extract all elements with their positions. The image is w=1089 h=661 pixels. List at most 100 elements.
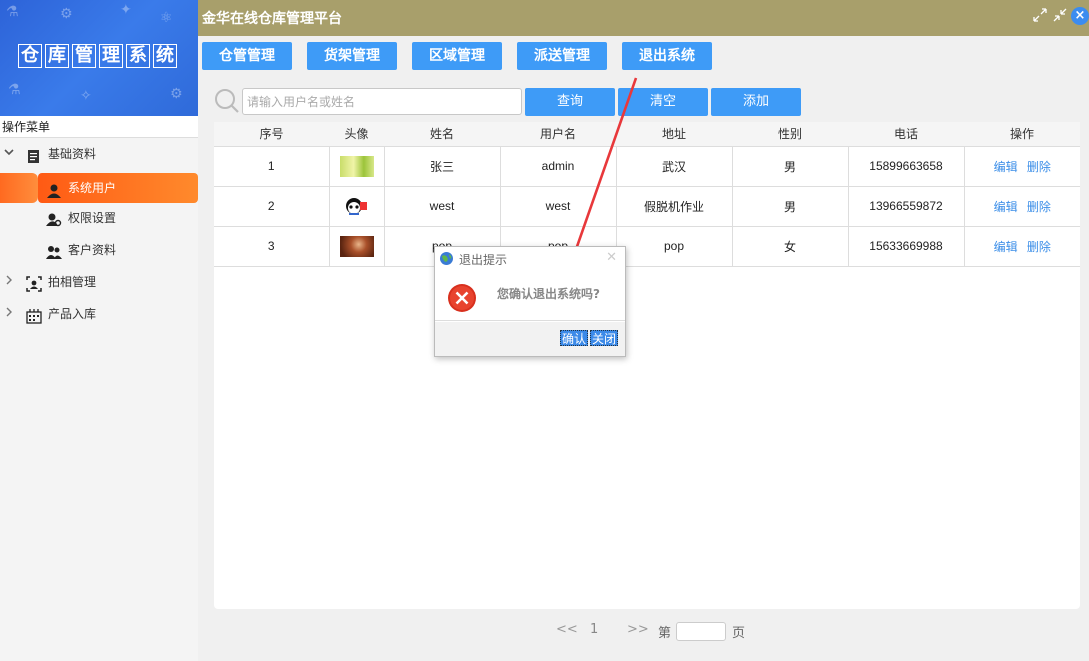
column-header: 姓名	[384, 122, 500, 147]
page-suffix-label: 页	[732, 626, 746, 641]
app-title: 金华在线仓库管理平台	[202, 11, 342, 27]
avatar	[340, 196, 374, 217]
sidebar-group-photo[interactable]: 拍相管理	[0, 268, 198, 296]
logo-char: 统	[153, 44, 177, 68]
sidebar-group-inbound[interactable]: 产品入库	[0, 300, 198, 328]
cell-actions: 编辑 删除	[964, 226, 1080, 267]
table-row: 1 张三 admin 武汉 男 15899663658 编辑 删除	[214, 146, 1080, 187]
nav-button-warehouse[interactable]: 仓管管理	[202, 42, 292, 70]
cell-name: 张三	[384, 146, 501, 187]
cell-name: west	[384, 186, 501, 227]
column-header: 电话	[848, 122, 964, 147]
nav-button-shelf[interactable]: 货架管理	[307, 42, 397, 70]
cell-actions: 编辑 删除	[964, 146, 1080, 187]
dialog-footer: 确认 关闭	[435, 322, 625, 356]
search-input[interactable]	[242, 88, 522, 115]
sidebar-group-label: 拍相管理	[48, 275, 97, 289]
sidebar-item-label: 客户资料	[68, 243, 117, 257]
document-icon	[26, 146, 42, 163]
collapse-icon[interactable]	[1053, 8, 1067, 26]
table-header-row: 序号 头像 姓名 用户名 地址 性别 电话 操作	[214, 122, 1080, 147]
users-icon	[46, 242, 62, 259]
logo-char: 库	[45, 44, 69, 68]
avatar	[339, 155, 374, 177]
user-key-icon	[46, 210, 62, 227]
user-table: 序号 头像 姓名 用户名 地址 性别 电话 操作 1 张三 admin 武汉 男…	[214, 122, 1080, 267]
dialog-close-icon[interactable]: ✕	[606, 250, 617, 265]
cell-avatar	[329, 226, 385, 267]
nav-button-logout[interactable]: 退出系统	[622, 42, 712, 70]
cell-avatar	[329, 186, 385, 227]
expand-icon[interactable]	[1033, 8, 1047, 26]
globe-icon	[439, 251, 454, 269]
dialog-message: 您确认退出系统吗?	[497, 287, 600, 301]
logo-char: 理	[99, 44, 123, 68]
window-close-icon[interactable]: ×	[1071, 7, 1089, 25]
cell-phone: 13966559872	[848, 186, 965, 227]
next-page-button[interactable]: >>	[627, 622, 649, 637]
edit-link[interactable]: 编辑	[994, 160, 1018, 174]
chevron-right-icon	[4, 268, 16, 296]
sidebar-group-basic[interactable]: 基础资料	[0, 140, 198, 168]
cell-gender: 男	[732, 186, 849, 227]
search-icon	[214, 88, 240, 114]
sidebar-item-system-users[interactable]: 系统用户	[38, 173, 198, 203]
chevron-down-icon	[4, 140, 16, 168]
column-header: 头像	[329, 122, 384, 147]
logo-char: 仓	[18, 44, 42, 68]
gear-doodle-icon: ⚙	[60, 6, 73, 22]
edit-link[interactable]: 编辑	[994, 200, 1018, 214]
app-logo: ⚗ ⚙ ✦ ⚛ ⚗ ✧ ⚙ 仓 库 管 理 系 统	[0, 0, 198, 116]
menu-header: 操作菜单	[0, 116, 198, 138]
sidebar-item-label: 权限设置	[68, 211, 117, 225]
cell-gender: 男	[732, 146, 849, 187]
cell-phone: 15633669988	[848, 226, 965, 267]
logo-char: 系	[126, 44, 150, 68]
top-bar: 金华在线仓库管理平台 ×	[198, 0, 1089, 36]
error-icon	[447, 283, 477, 316]
chevron-right-icon	[4, 300, 16, 328]
prev-page-button[interactable]: <<	[556, 622, 578, 637]
delete-link[interactable]: 删除	[1027, 160, 1051, 174]
cell-phone: 15899663658	[848, 146, 965, 187]
active-indicator	[0, 173, 38, 203]
edit-link[interactable]: 编辑	[994, 240, 1018, 254]
sidebar-group-label: 产品入库	[48, 307, 97, 321]
confirm-button[interactable]: 确认	[560, 330, 589, 346]
page-prefix-label: 第	[658, 626, 672, 641]
sidebar-item-customers[interactable]: 客户资料	[0, 236, 198, 264]
nav-button-area[interactable]: 区域管理	[412, 42, 502, 70]
sidebar-item-label: 系统用户	[68, 181, 117, 195]
flask-doodle-icon: ⚗	[6, 4, 19, 20]
cell-actions: 编辑 删除	[964, 186, 1080, 227]
column-header: 序号	[214, 122, 329, 147]
sidebar-item-permissions[interactable]: 权限设置	[0, 204, 198, 232]
user-table-panel: 序号 头像 姓名 用户名 地址 性别 电话 操作 1 张三 admin 武汉 男…	[214, 122, 1080, 609]
close-button[interactable]: 关闭	[590, 330, 619, 346]
dna-doodle-icon: ⚙	[170, 86, 183, 102]
column-header: 性别	[732, 122, 848, 147]
camera-frame-icon	[26, 274, 42, 292]
star-doodle-icon: ✧	[80, 88, 92, 104]
column-header: 操作	[964, 122, 1080, 147]
delete-link[interactable]: 删除	[1027, 240, 1051, 254]
beaker-doodle-icon: ⚗	[8, 82, 21, 98]
logout-confirm-dialog: 退出提示 ✕ 您确认退出系统吗? 确认 关闭	[434, 246, 626, 357]
dialog-title: 退出提示	[459, 253, 508, 267]
cell-avatar	[329, 146, 385, 187]
page-number-input[interactable]	[676, 622, 726, 641]
atom-doodle-icon: ⚛	[160, 10, 173, 26]
dialog-body: 您确认退出系统吗?	[435, 271, 625, 321]
logo-title: 仓 库 管 理 系 统	[18, 44, 178, 68]
bulb-doodle-icon: ✦	[120, 2, 132, 18]
table-row: 3 pop pop pop 女 15633669988 编辑 删除	[214, 226, 1080, 267]
cell-no: 3	[214, 226, 330, 267]
nav-button-delivery[interactable]: 派送管理	[517, 42, 607, 70]
cell-no: 1	[214, 146, 330, 187]
add-button[interactable]: 添加	[711, 88, 801, 116]
delete-link[interactable]: 删除	[1027, 200, 1051, 214]
current-page[interactable]: 1	[590, 622, 598, 637]
user-icon	[46, 180, 62, 198]
table-row: 2 west west 假脱机作业 男 13966559872 编辑 删除	[214, 186, 1080, 227]
inventory-icon	[26, 306, 42, 324]
